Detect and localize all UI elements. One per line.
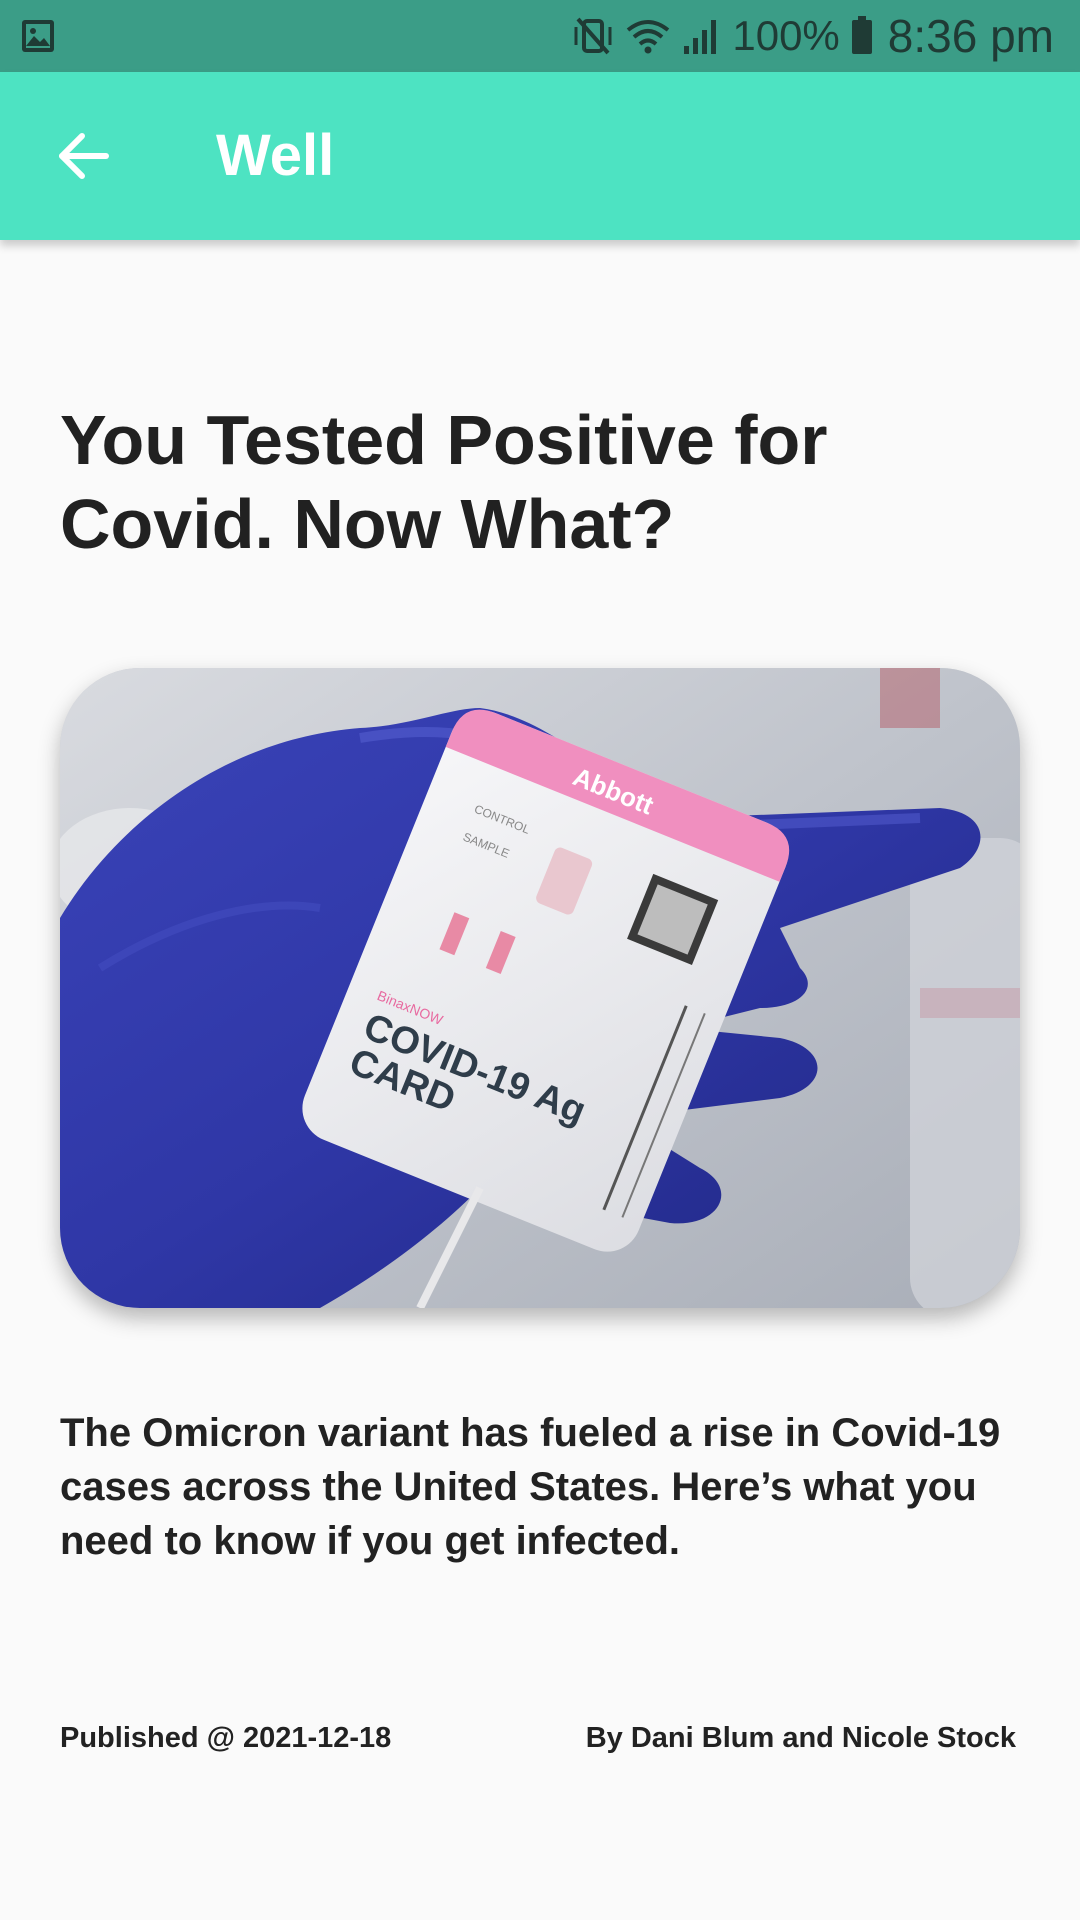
status-icons: 100% 8:36 pm [572,8,1054,64]
article-summary: The Omicron variant has fueled a rise in… [60,1411,1001,1563]
covid-test-photo: Abbott CONTROL SAMPLE BinaxNOW COVID-19 … [60,668,1020,1308]
article-authors: By Dani Blum and Nicole Stock [585,1722,1016,1754]
mute-vibrate-icon [572,15,614,57]
status-bar: 100% 8:36 pm [0,0,1080,72]
app-title: Well [216,123,335,188]
wifi-icon [624,16,672,56]
article-hero-image[interactable]: Abbott CONTROL SAMPLE BinaxNOW COVID-19 … [60,668,1020,1308]
published-date: Published @ 2021-12-18 [60,1722,392,1754]
gallery-notification-icon [20,18,56,54]
back-button[interactable] [48,124,120,188]
signal-icon [682,16,722,56]
battery-icon [850,16,874,56]
article-title: You Tested Positive for Covid. Now What? [60,401,828,563]
status-time: 8:36 pm [887,10,1054,62]
app-bar: Well [0,72,1080,240]
arrow-left-icon [59,133,109,179]
battery-percent: 100% [732,12,840,59]
